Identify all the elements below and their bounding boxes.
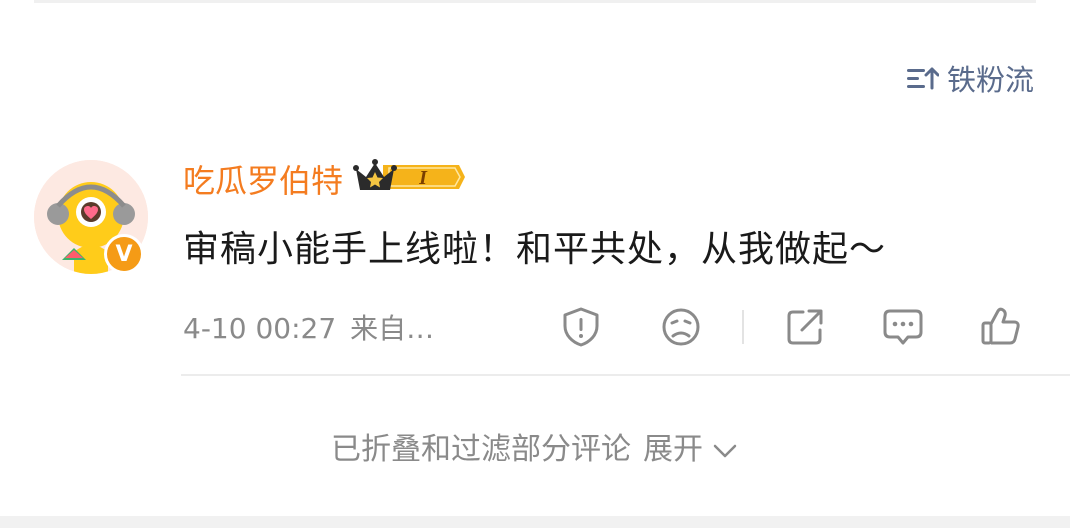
expand-collapsed-comments[interactable]: 已折叠和过滤部分评论 展开 — [0, 424, 1070, 468]
username[interactable]: 吃瓜罗伯特 — [183, 156, 343, 202]
reply-button[interactable] — [880, 304, 926, 350]
comment-bubble-icon — [883, 309, 923, 345]
rank-level: I — [418, 167, 428, 189]
comment-divider — [181, 374, 1070, 376]
action-divider — [742, 310, 744, 344]
sort-toggle[interactable]: 铁粉流 — [905, 58, 1034, 98]
like-button[interactable] — [978, 304, 1024, 350]
rank-badge: I — [353, 157, 466, 201]
like-thumb-icon — [981, 307, 1020, 345]
sort-label: 铁粉流 — [946, 63, 1034, 97]
section-separator — [0, 516, 1070, 528]
expand-link[interactable]: 展开 — [643, 432, 703, 467]
top-divider — [34, 0, 1036, 3]
comment-text: 审稿小能手上线啦！和平共处，从我做起～ — [183, 229, 887, 270]
comment-item: V 吃瓜罗伯特 I 审稿小能手上线啦！和平共处，从我做起～ 4-10 00:27… — [0, 150, 1070, 380]
share-icon — [787, 309, 823, 345]
comment-source: 来自… — [350, 312, 435, 345]
verified-badge: V — [104, 234, 144, 274]
dislike-button[interactable] — [658, 304, 704, 350]
collapsed-notice: 已折叠和过滤部分评论 — [331, 432, 631, 467]
comment-meta: 4-10 00:27 来自… — [183, 307, 448, 347]
comment-timestamp: 4-10 00:27 — [183, 312, 337, 345]
sort-lines-up-icon — [905, 63, 939, 93]
share-button[interactable] — [782, 304, 828, 350]
chevron-down-icon — [713, 444, 737, 457]
dislike-face-icon — [662, 308, 700, 346]
report-button[interactable] — [558, 304, 604, 350]
report-shield-icon — [563, 307, 599, 347]
